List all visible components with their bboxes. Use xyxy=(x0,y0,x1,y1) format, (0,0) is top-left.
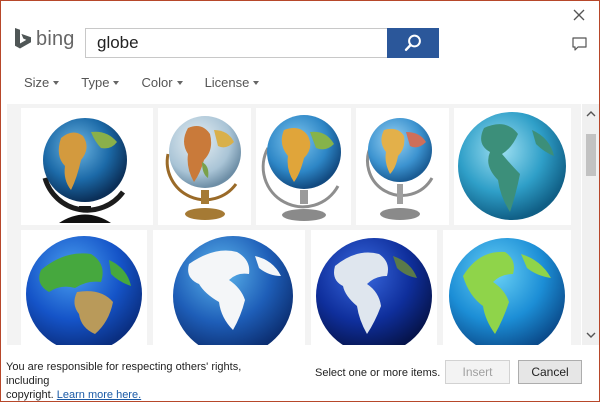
image-results-grid xyxy=(7,104,581,345)
disclaimer-line1: You are responsible for respecting other… xyxy=(6,361,242,387)
chevron-down-icon xyxy=(586,332,596,338)
close-icon xyxy=(573,9,585,21)
dialog-footer: You are responsible for respecting other… xyxy=(1,345,599,401)
feedback-icon xyxy=(572,37,587,51)
green-blue-earth-image xyxy=(26,236,142,345)
filter-label: Size xyxy=(24,75,50,90)
scroll-up-button[interactable] xyxy=(582,107,599,121)
search-icon xyxy=(404,34,421,51)
filter-size[interactable]: Size xyxy=(24,75,60,90)
small-globe-image xyxy=(366,118,434,220)
filter-label: Color xyxy=(141,75,173,90)
globe-result-7[interactable] xyxy=(153,230,305,345)
filter-label: License xyxy=(204,75,250,90)
selection-status: Select one or more items. xyxy=(315,367,441,379)
insert-button[interactable]: Insert xyxy=(445,360,510,384)
globe-on-black-stand-image xyxy=(42,118,127,223)
chevron-down-icon xyxy=(53,81,60,85)
filter-label: Type xyxy=(81,75,110,90)
close-button[interactable] xyxy=(570,6,588,24)
chevron-up-icon xyxy=(586,111,596,117)
bing-b-icon xyxy=(15,28,31,49)
copyright-disclaimer: You are responsible for respecting other… xyxy=(6,360,286,401)
blue-white-earth-image xyxy=(173,236,293,345)
search-input[interactable] xyxy=(85,28,387,58)
globe-result-5[interactable] xyxy=(454,108,571,225)
globe-on-silver-stand-image xyxy=(261,115,341,221)
bing-logo: bing xyxy=(13,26,75,52)
chevron-down-icon xyxy=(176,81,183,85)
antique-globe-image xyxy=(165,116,241,220)
scroll-thumb[interactable] xyxy=(586,134,596,176)
chevron-down-icon xyxy=(253,81,260,85)
scroll-down-button[interactable] xyxy=(582,328,599,342)
earth-americas-image xyxy=(458,112,566,220)
globe-result-9[interactable] xyxy=(443,230,571,345)
online-pictures-dialog: bing Size Type Color License xyxy=(0,0,600,402)
globe-result-6[interactable] xyxy=(21,230,147,345)
chevron-down-icon xyxy=(113,81,120,85)
globe-result-8[interactable] xyxy=(311,230,437,345)
filter-color[interactable]: Color xyxy=(141,75,183,90)
globe-result-4[interactable] xyxy=(356,108,449,225)
cancel-button[interactable]: Cancel xyxy=(518,360,582,384)
globe-result-1[interactable] xyxy=(21,108,153,225)
bing-logo-text: bing xyxy=(36,27,75,50)
feedback-button[interactable] xyxy=(571,36,589,52)
filter-bar: Size Type Color License xyxy=(24,75,281,90)
globe-result-2[interactable] xyxy=(158,108,251,225)
filter-type[interactable]: Type xyxy=(81,75,120,90)
disclaimer-line2: copyright. xyxy=(6,389,54,401)
filter-license[interactable]: License xyxy=(205,75,260,90)
learn-more-link[interactable]: Learn more here. xyxy=(57,389,141,401)
dark-blue-earth-image xyxy=(316,238,432,345)
green-blue-americas-image xyxy=(449,238,565,345)
globe-result-3[interactable] xyxy=(256,108,351,225)
results-scrollbar[interactable] xyxy=(582,104,599,345)
search-button[interactable] xyxy=(387,28,439,58)
